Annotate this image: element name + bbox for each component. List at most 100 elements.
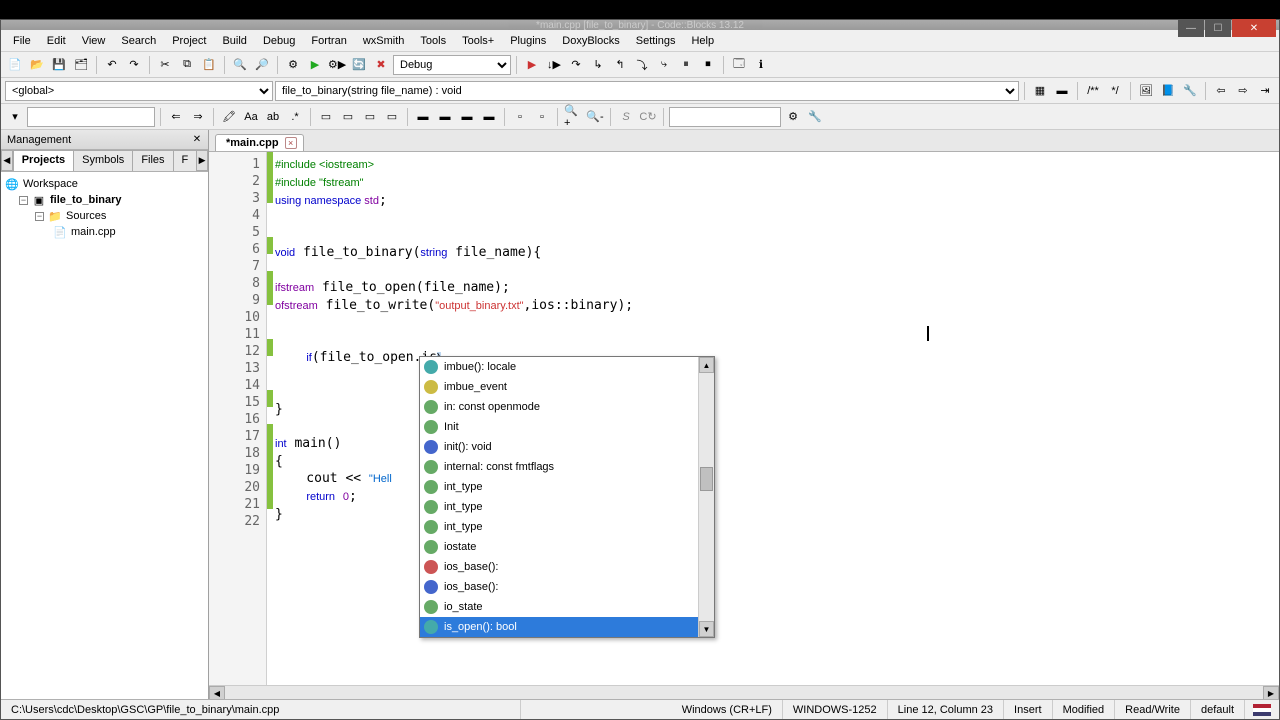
nav-fwd-button[interactable]: ⇨ [1233,81,1253,101]
language-flag-icon[interactable] [1253,704,1271,716]
autocomplete-item[interactable]: init(): void [420,437,714,457]
regex-icon[interactable]: .* [285,107,305,127]
block-5-icon[interactable]: ▬ [435,107,455,127]
selection-aa-icon[interactable]: Aa [241,107,261,127]
file-tab-main[interactable]: *main.cpp × [215,134,304,151]
tabs-scroll-left[interactable]: ◀ [1,150,13,171]
menu-toolsplus[interactable]: Tools+ [454,33,502,49]
minimize-button[interactable]: — [1178,19,1204,37]
next-bookmark-button[interactable]: ⇒ [188,107,208,127]
maximize-button[interactable]: ☐ [1205,19,1231,37]
doxy-line-icon[interactable]: ▬ [1052,81,1072,101]
save-button[interactable]: 💾 [49,55,69,75]
menu-settings[interactable]: Settings [628,33,684,49]
menu-fortran[interactable]: Fortran [303,33,354,49]
zoom-in-icon[interactable]: 🔍+ [563,107,583,127]
tab-symbols[interactable]: Symbols [73,150,133,171]
scope-dropdown[interactable]: <global> [5,81,273,101]
menu-plugins[interactable]: Plugins [502,33,554,49]
doxy-run-icon[interactable]: */ [1105,81,1125,101]
copy-button[interactable]: ⧉ [177,55,197,75]
autocomplete-item[interactable]: internal: const fmtflags [420,457,714,477]
build-button[interactable]: ⚙ [283,55,303,75]
block-4-icon[interactable]: ▬ [413,107,433,127]
menu-doxyblocks[interactable]: DoxyBlocks [554,33,627,49]
doxy-config-icon[interactable]: 🔧 [1180,81,1200,101]
menu-build[interactable]: Build [214,33,254,49]
run-to-cursor-button[interactable]: ↓▶ [544,55,564,75]
autocomplete-item[interactable]: iostate [420,537,714,557]
scroll-down-button[interactable]: ▼ [699,621,714,637]
step-into-button[interactable]: ↳ [588,55,608,75]
save-all-button[interactable]: 🗂 [71,55,91,75]
collapse-icon[interactable]: − [35,212,44,221]
tree-file-main[interactable]: 📄 main.cpp [5,224,204,240]
block-1-icon[interactable]: ▭ [338,107,358,127]
build-target-dropdown[interactable]: Debug [393,55,511,75]
block-2-icon[interactable]: ▭ [360,107,380,127]
build-run-button[interactable]: ⚙▶ [327,55,347,75]
open-button[interactable]: 📂 [27,55,47,75]
options-icon[interactable]: 🔧 [805,107,825,127]
s-icon[interactable]: S [616,107,636,127]
c-refresh-icon[interactable]: C↻ [638,107,658,127]
block-sel-icon[interactable]: ▭ [316,107,336,127]
menu-debug[interactable]: Debug [255,33,303,49]
new-file-button[interactable]: 📄 [5,55,25,75]
menu-project[interactable]: Project [164,33,214,49]
step-out-button[interactable]: ↰ [610,55,630,75]
function-dropdown[interactable]: file_to_binary(string file_name) : void [275,81,1019,101]
tree-workspace[interactable]: 🌐 Workspace [5,176,204,192]
autocomplete-item[interactable]: Init [420,417,714,437]
stop-button[interactable]: ⏹ [698,55,718,75]
autocomplete-item[interactable]: io_state [420,597,714,617]
debug-continue-button[interactable]: ▶ [522,55,542,75]
redo-button[interactable]: ↷ [124,55,144,75]
management-close-button[interactable]: ✕ [190,132,204,146]
nav-last-button[interactable]: ⇥ [1255,81,1275,101]
tabs-scroll-right[interactable]: ▶ [196,150,208,171]
zoom-out-icon[interactable]: 🔍- [585,107,605,127]
abort-button[interactable]: ✖ [371,55,391,75]
close-button[interactable]: ✕ [1232,19,1276,37]
doxy-html-icon[interactable]: 🖼 [1136,81,1156,101]
menu-wxsmith[interactable]: wxSmith [355,33,413,49]
autocomplete-scrollbar[interactable]: ▲ ▼ [698,357,714,637]
code-editor[interactable]: 12345678910111213141516171819202122 #inc… [209,152,1279,685]
cut-button[interactable]: ✂ [155,55,175,75]
doxy-comment-icon[interactable]: /** [1083,81,1103,101]
tab-files[interactable]: Files [132,150,173,171]
menu-view[interactable]: View [74,33,114,49]
run-button[interactable]: ▶ [305,55,325,75]
tree-project[interactable]: − ▣ file_to_binary [5,192,204,208]
settings-icon[interactable]: ⚙ [783,107,803,127]
undo-button[interactable]: ↶ [102,55,122,75]
next-instr-button[interactable]: ⤵ [632,55,652,75]
tree-folder-sources[interactable]: − 📁 Sources [5,208,204,224]
autocomplete-popup[interactable]: imbue(): localeimbue_eventin: const open… [419,356,715,638]
doxy-chm-icon[interactable]: 📘 [1158,81,1178,101]
doxy-block-icon[interactable]: ▦ [1030,81,1050,101]
break-button[interactable]: ⏸ [676,55,696,75]
find-button[interactable]: 🔍 [230,55,250,75]
collapse-icon[interactable]: − [19,196,28,205]
info-button[interactable]: ℹ [751,55,771,75]
autocomplete-item[interactable]: ios_base(): [420,557,714,577]
quick-search-input[interactable] [27,107,155,127]
autocomplete-item[interactable]: int_type [420,517,714,537]
autocomplete-item[interactable]: int_type [420,497,714,517]
autocomplete-item[interactable]: is_open(): bool [420,617,714,637]
autocomplete-item[interactable]: ios_base(): [420,577,714,597]
step-instr-button[interactable]: ⤷ [654,55,674,75]
selection-ab-icon[interactable]: ab [263,107,283,127]
scroll-up-button[interactable]: ▲ [699,357,714,373]
highlight-icon[interactable]: 🖍 [219,107,239,127]
menu-file[interactable]: File [5,33,39,49]
block-3-icon[interactable]: ▭ [382,107,402,127]
toggle-1-icon[interactable]: ▫ [510,107,530,127]
paste-button[interactable]: 📋 [199,55,219,75]
menu-tools[interactable]: Tools [412,33,454,49]
replace-button[interactable]: 🔎 [252,55,272,75]
project-tree[interactable]: 🌐 Workspace − ▣ file_to_binary − 📁 Sourc… [1,172,208,701]
menu-search[interactable]: Search [113,33,164,49]
